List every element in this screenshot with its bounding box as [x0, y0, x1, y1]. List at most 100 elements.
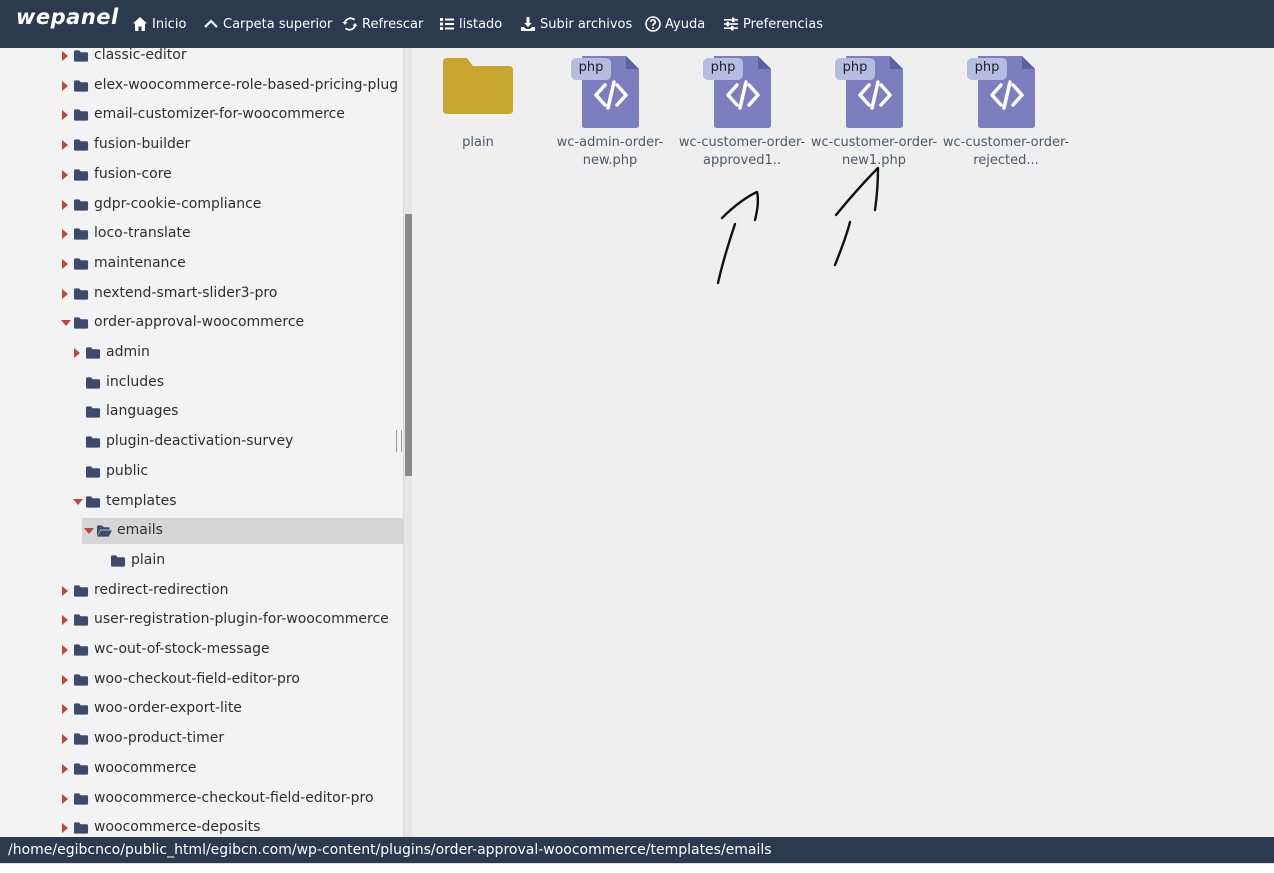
- file-item[interactable]: php wc-customer-order-approved1..: [676, 48, 808, 178]
- tree-item[interactable]: public: [0, 459, 403, 485]
- tree-item-label: woocommerce-deposits: [94, 819, 261, 836]
- tree-item[interactable]: admin: [0, 340, 403, 366]
- tree-item-label: elex-woocommerce-role-based-pricing-plug: [94, 76, 399, 93]
- caret-right-icon[interactable]: [62, 51, 68, 61]
- tree-item[interactable]: fusion-core: [0, 162, 403, 188]
- tree-item-label: woocommerce: [94, 759, 197, 776]
- tree-item-label: redirect-redirection: [94, 581, 229, 598]
- folder-open-icon: [97, 525, 112, 537]
- tree-item-label: gdpr-cookie-compliance: [94, 195, 262, 212]
- caret-down-icon[interactable]: [84, 528, 94, 535]
- sliders-icon: [724, 17, 738, 31]
- help-icon: [645, 16, 661, 32]
- tree-item[interactable]: order-approval-woocommerce: [0, 310, 403, 336]
- tree-item[interactable]: redirect-redirection: [0, 578, 403, 604]
- home-icon: [133, 17, 147, 31]
- caret-right-icon[interactable]: [62, 704, 68, 715]
- folder-icon: [433, 52, 523, 130]
- tree-item-label: maintenance: [94, 254, 186, 271]
- tree-item[interactable]: plain: [0, 548, 403, 574]
- tree-item[interactable]: fusion-builder: [0, 132, 403, 158]
- tree-item[interactable]: elex-woocommerce-role-based-pricing-plug: [0, 73, 403, 99]
- caret-right-icon[interactable]: [62, 734, 68, 745]
- caret-right-icon[interactable]: [74, 348, 80, 358]
- tree-item[interactable]: woocommerce-deposits: [0, 815, 403, 837]
- parent-folder-button[interactable]: Carpeta superior: [203, 14, 332, 34]
- tree-item[interactable]: maintenance: [0, 251, 403, 277]
- top-toolbar: wepanel Inicio Carpeta superior Refresca…: [0, 0, 1274, 48]
- file-item[interactable]: php wc-customer-order-new1.php: [808, 48, 940, 178]
- caret-right-icon[interactable]: [62, 763, 68, 774]
- folder-icon: [86, 466, 101, 478]
- caret-right-icon[interactable]: [62, 229, 68, 240]
- tree-item[interactable]: user-registration-plugin-for-woocommerce: [0, 607, 403, 633]
- caret-right-icon[interactable]: [62, 110, 68, 121]
- tree-item[interactable]: templates: [0, 489, 403, 515]
- caret-right-icon[interactable]: [62, 140, 68, 151]
- tree-item[interactable]: woo-order-export-lite: [0, 696, 403, 722]
- caret-right-icon[interactable]: [62, 199, 68, 210]
- file-item[interactable]: php wc-customer-order-rejected...: [940, 48, 1072, 178]
- caret-down-icon[interactable]: [61, 320, 71, 327]
- tree-item[interactable]: includes: [0, 370, 403, 396]
- php-badge: php: [710, 60, 736, 75]
- tree-item-label: order-approval-woocommerce: [94, 314, 305, 331]
- app-logo[interactable]: wepanel: [16, 5, 119, 29]
- tree-item[interactable]: woocommerce: [0, 756, 403, 782]
- folder-icon: [74, 703, 89, 716]
- tree-item[interactable]: nextend-smart-slider3-pro: [0, 281, 403, 307]
- home-button[interactable]: Inicio: [132, 14, 186, 34]
- tree-item[interactable]: gdpr-cookie-compliance: [0, 192, 403, 218]
- php-file-icon: php: [961, 52, 1051, 130]
- refresh-button[interactable]: Refrescar: [342, 14, 423, 34]
- folder-icon: [86, 347, 101, 359]
- caret-right-icon[interactable]: [62, 823, 68, 834]
- caret-right-icon[interactable]: [62, 288, 68, 299]
- list-view-button[interactable]: listado: [439, 14, 502, 34]
- tree-item-label: loco-translate: [94, 225, 191, 242]
- tree-item[interactable]: woo-checkout-field-editor-pro: [0, 667, 403, 693]
- caret-right-icon[interactable]: [62, 80, 68, 91]
- file-name: wc-customer-order-new1.php: [810, 135, 938, 168]
- tree-item[interactable]: woo-product-timer: [0, 726, 403, 752]
- tree-item-label: woo-product-timer: [94, 730, 225, 747]
- caret-right-icon[interactable]: [62, 615, 68, 626]
- help-button[interactable]: Ayuda: [645, 14, 705, 34]
- file-grid[interactable]: plain php wc-admin-order-new.php php wc-cust…: [412, 48, 1274, 837]
- caret-right-icon[interactable]: [62, 258, 68, 269]
- tree-item-label: public: [106, 462, 149, 479]
- scrollbar-thumb[interactable]: [405, 214, 412, 476]
- caret-right-icon[interactable]: [62, 585, 68, 596]
- file-item[interactable]: php wc-admin-order-new.php: [544, 48, 676, 178]
- tree-item[interactable]: emails: [82, 518, 403, 545]
- pane-resize-handle[interactable]: [396, 430, 402, 452]
- preferences-button[interactable]: Preferencias: [723, 14, 823, 34]
- tree-item[interactable]: wc-out-of-stock-message: [0, 637, 403, 663]
- tree-item-label: fusion-builder: [94, 136, 191, 153]
- caret-right-icon[interactable]: [62, 674, 68, 685]
- folder-icon: [74, 644, 89, 656]
- folder-icon: [86, 495, 101, 508]
- caret-right-icon[interactable]: [62, 169, 68, 180]
- status-bar: /home/egibcnco/public_html/egibcn.com/wp…: [0, 837, 1274, 863]
- refresh-icon: [342, 17, 358, 31]
- file-name: plain: [462, 135, 494, 150]
- caret-down-icon[interactable]: [73, 498, 83, 505]
- tree-item[interactable]: loco-translate: [0, 221, 403, 247]
- tree-item[interactable]: plugin-deactivation-survey: [0, 429, 403, 455]
- tree-scrollbar[interactable]: [403, 48, 412, 837]
- php-file-icon: php: [829, 52, 919, 130]
- caret-right-icon[interactable]: [62, 793, 68, 804]
- tree-item-label: nextend-smart-slider3-pro: [94, 284, 278, 301]
- folder-tree[interactable]: classic-editor elex-woocommerce-role-base…: [0, 48, 403, 837]
- upload-button[interactable]: Subir archivos: [520, 14, 632, 34]
- caret-right-icon[interactable]: [62, 645, 68, 655]
- parent-folder-label: Carpeta superior: [223, 16, 333, 32]
- tree-item[interactable]: woocommerce-checkout-field-editor-pro: [0, 786, 403, 812]
- folder-icon: [74, 584, 89, 597]
- tree-item[interactable]: classic-editor: [0, 48, 403, 69]
- tree-item[interactable]: email-customizer-for-woocommerce: [0, 102, 403, 128]
- tree-item[interactable]: languages: [0, 399, 403, 425]
- folder-icon: [86, 436, 101, 448]
- folder-item[interactable]: plain: [412, 48, 544, 178]
